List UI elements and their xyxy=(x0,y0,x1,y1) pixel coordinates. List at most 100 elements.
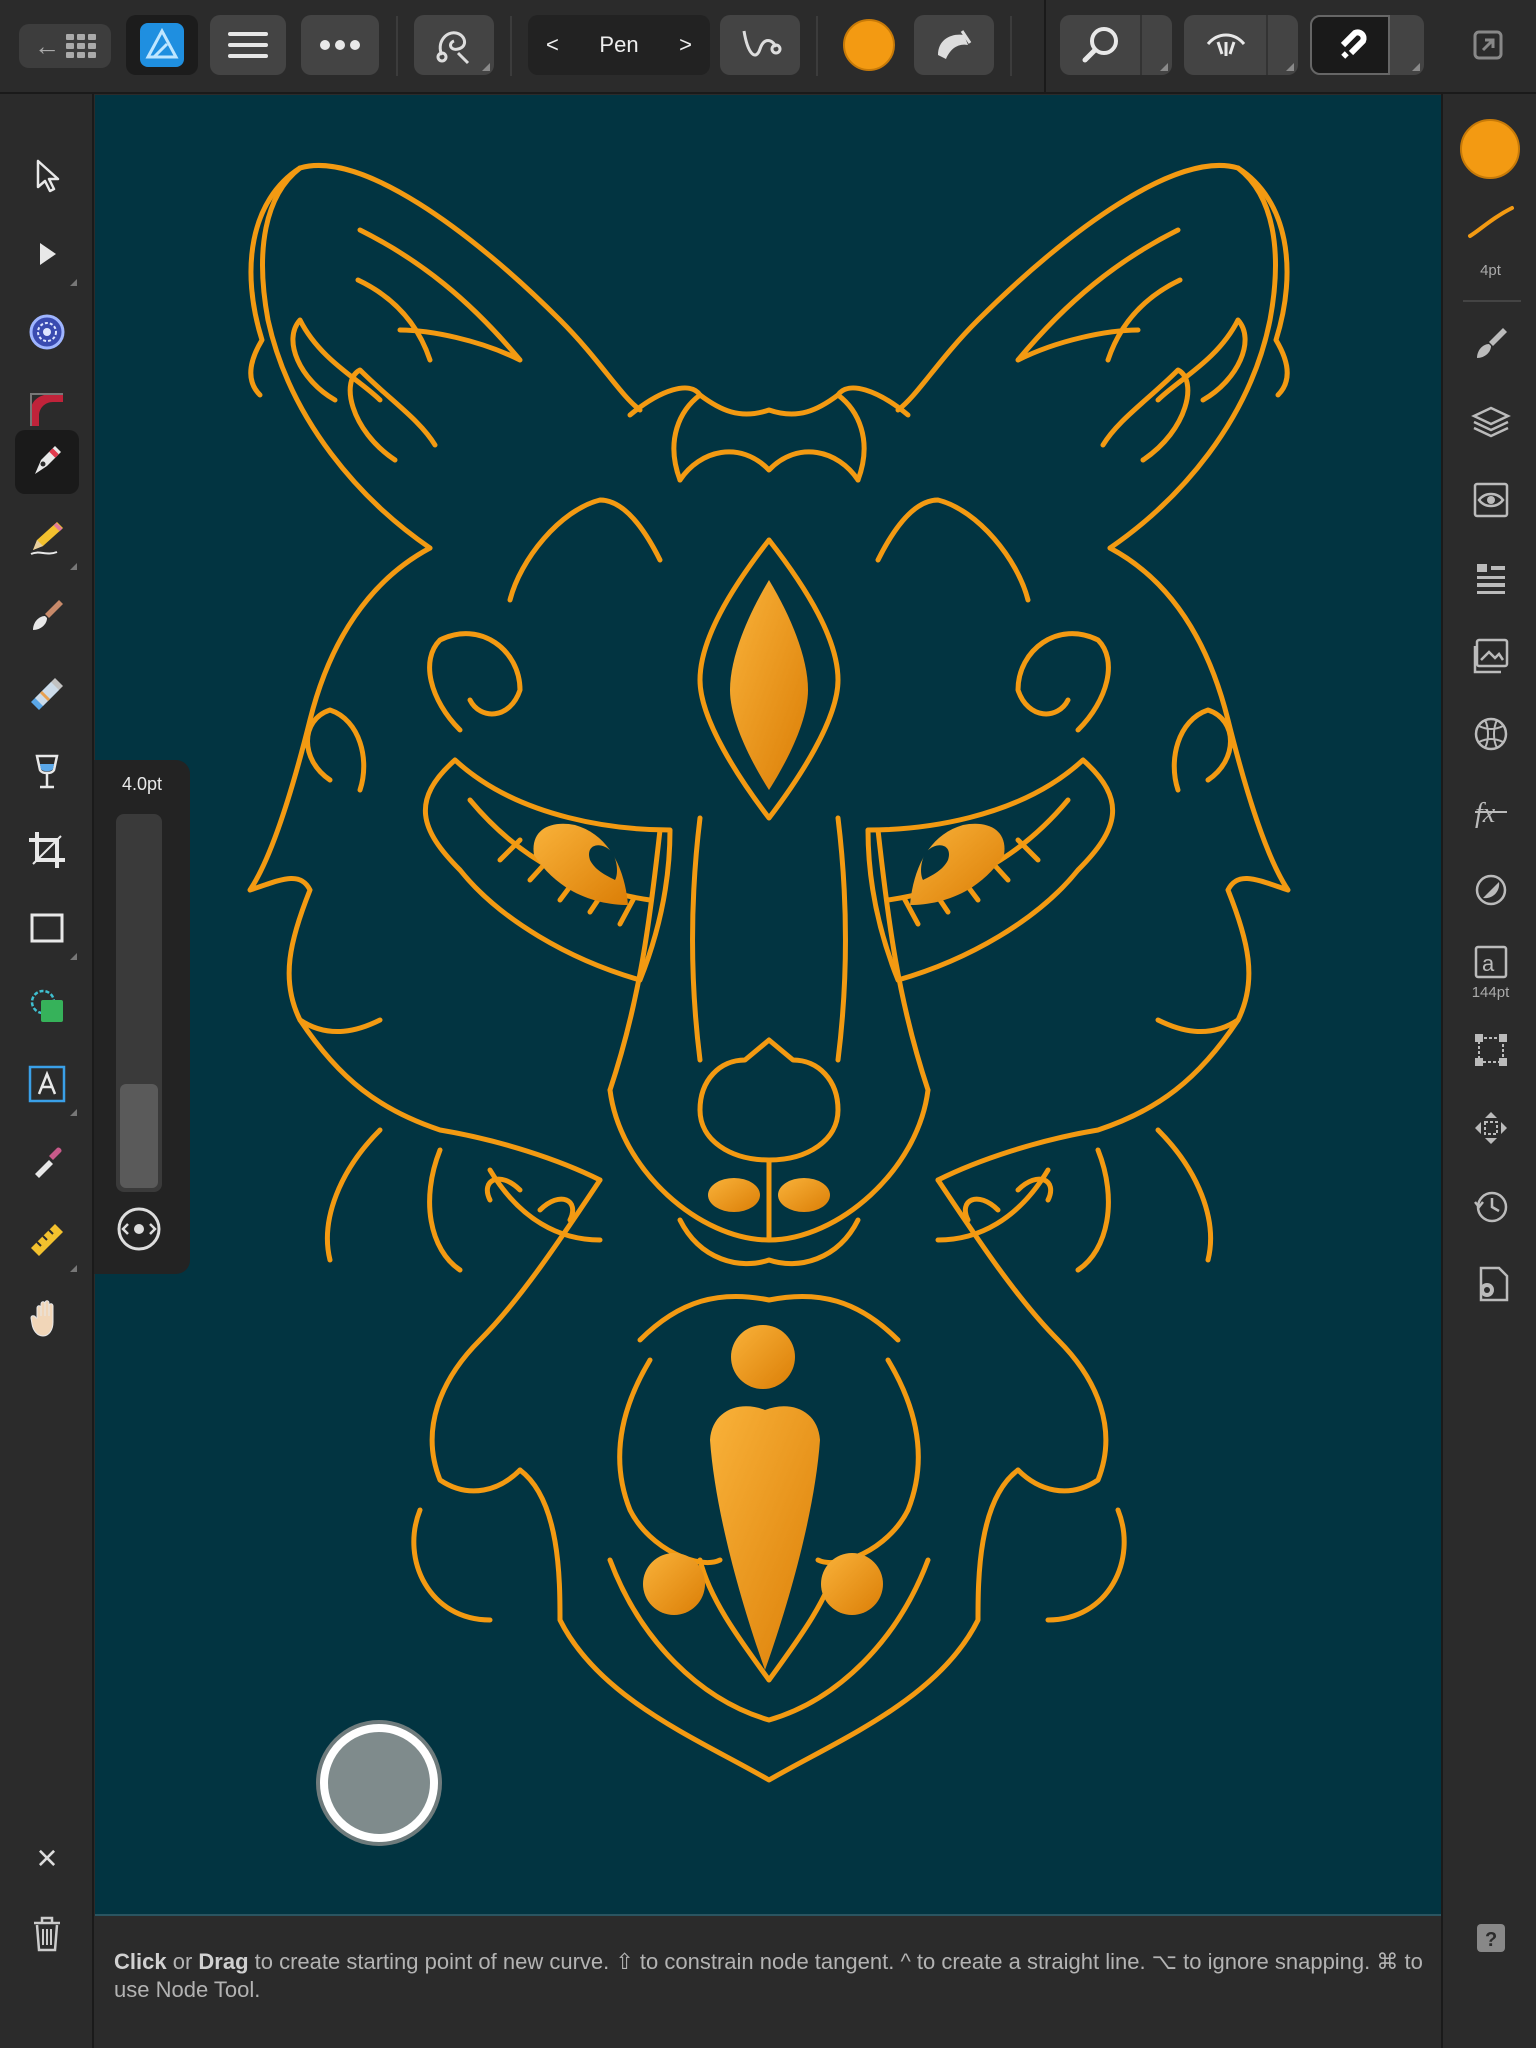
history-icon xyxy=(1471,1186,1511,1231)
trash-icon xyxy=(32,1915,62,1958)
toolbar-divider xyxy=(1044,0,1046,94)
text-tool[interactable] xyxy=(15,1054,79,1118)
node-tool[interactable] xyxy=(15,224,79,288)
brush-panel-icon xyxy=(1471,324,1511,369)
toolbar-separator xyxy=(816,16,818,76)
back-to-gallery-button[interactable]: ← xyxy=(19,24,111,68)
delete-button[interactable] xyxy=(15,1904,79,1968)
adjustments-icon xyxy=(1471,870,1511,915)
adjustments-panel-button[interactable] xyxy=(1461,862,1521,922)
assets-panel-button[interactable] xyxy=(1461,628,1521,688)
more-button[interactable] xyxy=(301,15,379,75)
hand-icon xyxy=(29,1298,65,1343)
snapping-toggle-button[interactable] xyxy=(1310,15,1424,75)
fullscreen-button[interactable] xyxy=(1460,15,1516,75)
pencil-icon xyxy=(27,518,67,563)
close-button[interactable]: × xyxy=(15,1826,79,1890)
layers-icon xyxy=(1470,402,1512,447)
pencil-tool[interactable] xyxy=(15,508,79,572)
submenu-indicator xyxy=(1412,63,1420,71)
snapping-options-button[interactable] xyxy=(414,15,494,75)
svg-text:a: a xyxy=(1482,951,1495,976)
crop-tool[interactable] xyxy=(15,820,79,884)
back-arrow-icon: ← xyxy=(34,30,60,61)
move-tool[interactable] xyxy=(15,146,79,210)
fx-panel-button[interactable]: fx xyxy=(1461,784,1521,844)
zoom-button[interactable] xyxy=(1060,15,1172,75)
studio-panel: 4pt fx a 144pt ? xyxy=(1441,94,1536,2048)
fill-color-button[interactable] xyxy=(838,15,900,75)
move-panel-button[interactable] xyxy=(1461,1100,1521,1160)
color-picker-tool[interactable] xyxy=(15,1132,79,1196)
pressure-icon xyxy=(116,1206,162,1257)
stroke-width-value: 4.0pt xyxy=(121,774,163,794)
stroke-width-slider[interactable] xyxy=(116,814,162,1192)
submenu-indicator xyxy=(1286,63,1294,71)
view-mode-icon xyxy=(1204,30,1248,60)
cursor-arrow-icon xyxy=(30,157,64,200)
submenu-indicator xyxy=(70,279,77,286)
navigator-panel-button[interactable] xyxy=(1461,706,1521,766)
fill-tool[interactable] xyxy=(15,664,79,728)
transform-panel-button[interactable] xyxy=(1461,1022,1521,1082)
previous-tool-button[interactable]: < xyxy=(546,32,559,58)
submenu-indicator xyxy=(482,63,490,71)
menu-button[interactable] xyxy=(210,15,286,75)
svg-text:?: ? xyxy=(1485,1929,1497,1951)
contour-tool[interactable] xyxy=(15,302,79,366)
assets-icon xyxy=(1471,636,1511,681)
pen-mode-button[interactable] xyxy=(720,15,800,75)
shape-builder-tool[interactable] xyxy=(15,976,79,1040)
close-icon: × xyxy=(36,1837,58,1878)
stroke-width-popover: 4.0pt xyxy=(94,760,190,1274)
view-tool[interactable] xyxy=(15,1288,79,1352)
appearance-icon xyxy=(1471,480,1511,525)
color-swatch xyxy=(1460,119,1520,179)
snapping-icon xyxy=(432,23,476,67)
toolbar-separator xyxy=(396,16,398,76)
next-tool-button[interactable]: > xyxy=(679,32,692,58)
stroke-width-label: 4pt xyxy=(1480,262,1501,279)
history-panel-button[interactable] xyxy=(1461,1178,1521,1238)
submenu-indicator xyxy=(70,1109,77,1116)
button-split xyxy=(1266,15,1268,75)
measure-tool[interactable] xyxy=(15,1210,79,1274)
hint-or: or xyxy=(166,1949,199,1974)
panel-divider xyxy=(1463,300,1521,302)
fox-artwork xyxy=(247,162,1291,1783)
tool-name-label: Pen xyxy=(599,32,639,57)
stroke-preview-button[interactable] xyxy=(1461,194,1521,254)
ruler-icon xyxy=(27,1220,67,1265)
pen-tool[interactable] xyxy=(15,430,79,494)
pen-nib-icon xyxy=(27,440,67,485)
appearance-panel-button[interactable] xyxy=(1461,472,1521,532)
affinity-designer-logo xyxy=(139,22,185,68)
stroke-style-button[interactable] xyxy=(914,15,994,75)
stroke-panel-button[interactable] xyxy=(1461,550,1521,610)
vector-brush-tool[interactable] xyxy=(15,586,79,650)
more-icon xyxy=(320,40,360,50)
move-icon xyxy=(1471,1108,1511,1153)
text-icon xyxy=(27,1064,67,1109)
hint-text: to create starting point of new curve. ⇧… xyxy=(114,1949,1423,2002)
color-panel-button[interactable] xyxy=(1459,118,1521,180)
quick-action-button[interactable] xyxy=(320,1724,438,1842)
pressure-toggle[interactable] xyxy=(116,1206,162,1257)
submenu-indicator xyxy=(70,953,77,960)
toolbar-separator xyxy=(1010,16,1012,76)
crop-icon xyxy=(27,830,67,875)
top-toolbar: ← < Pen > xyxy=(0,0,1536,94)
settings-panel-button[interactable] xyxy=(1461,1256,1521,1316)
svg-text:fx: fx xyxy=(1475,798,1496,829)
transparency-tool[interactable] xyxy=(15,742,79,806)
rectangle-tool[interactable] xyxy=(15,898,79,962)
view-mode-button[interactable] xyxy=(1184,15,1298,75)
hint-drag: Drag xyxy=(198,1949,249,1974)
node-arrow-icon xyxy=(32,239,62,274)
help-button[interactable]: ? xyxy=(1461,1910,1521,1970)
glass-icon xyxy=(32,752,62,797)
document-canvas[interactable] xyxy=(95,95,1441,1915)
persona-designer-button[interactable] xyxy=(126,15,198,75)
brushes-panel-button[interactable] xyxy=(1461,316,1521,376)
layers-panel-button[interactable] xyxy=(1461,394,1521,454)
